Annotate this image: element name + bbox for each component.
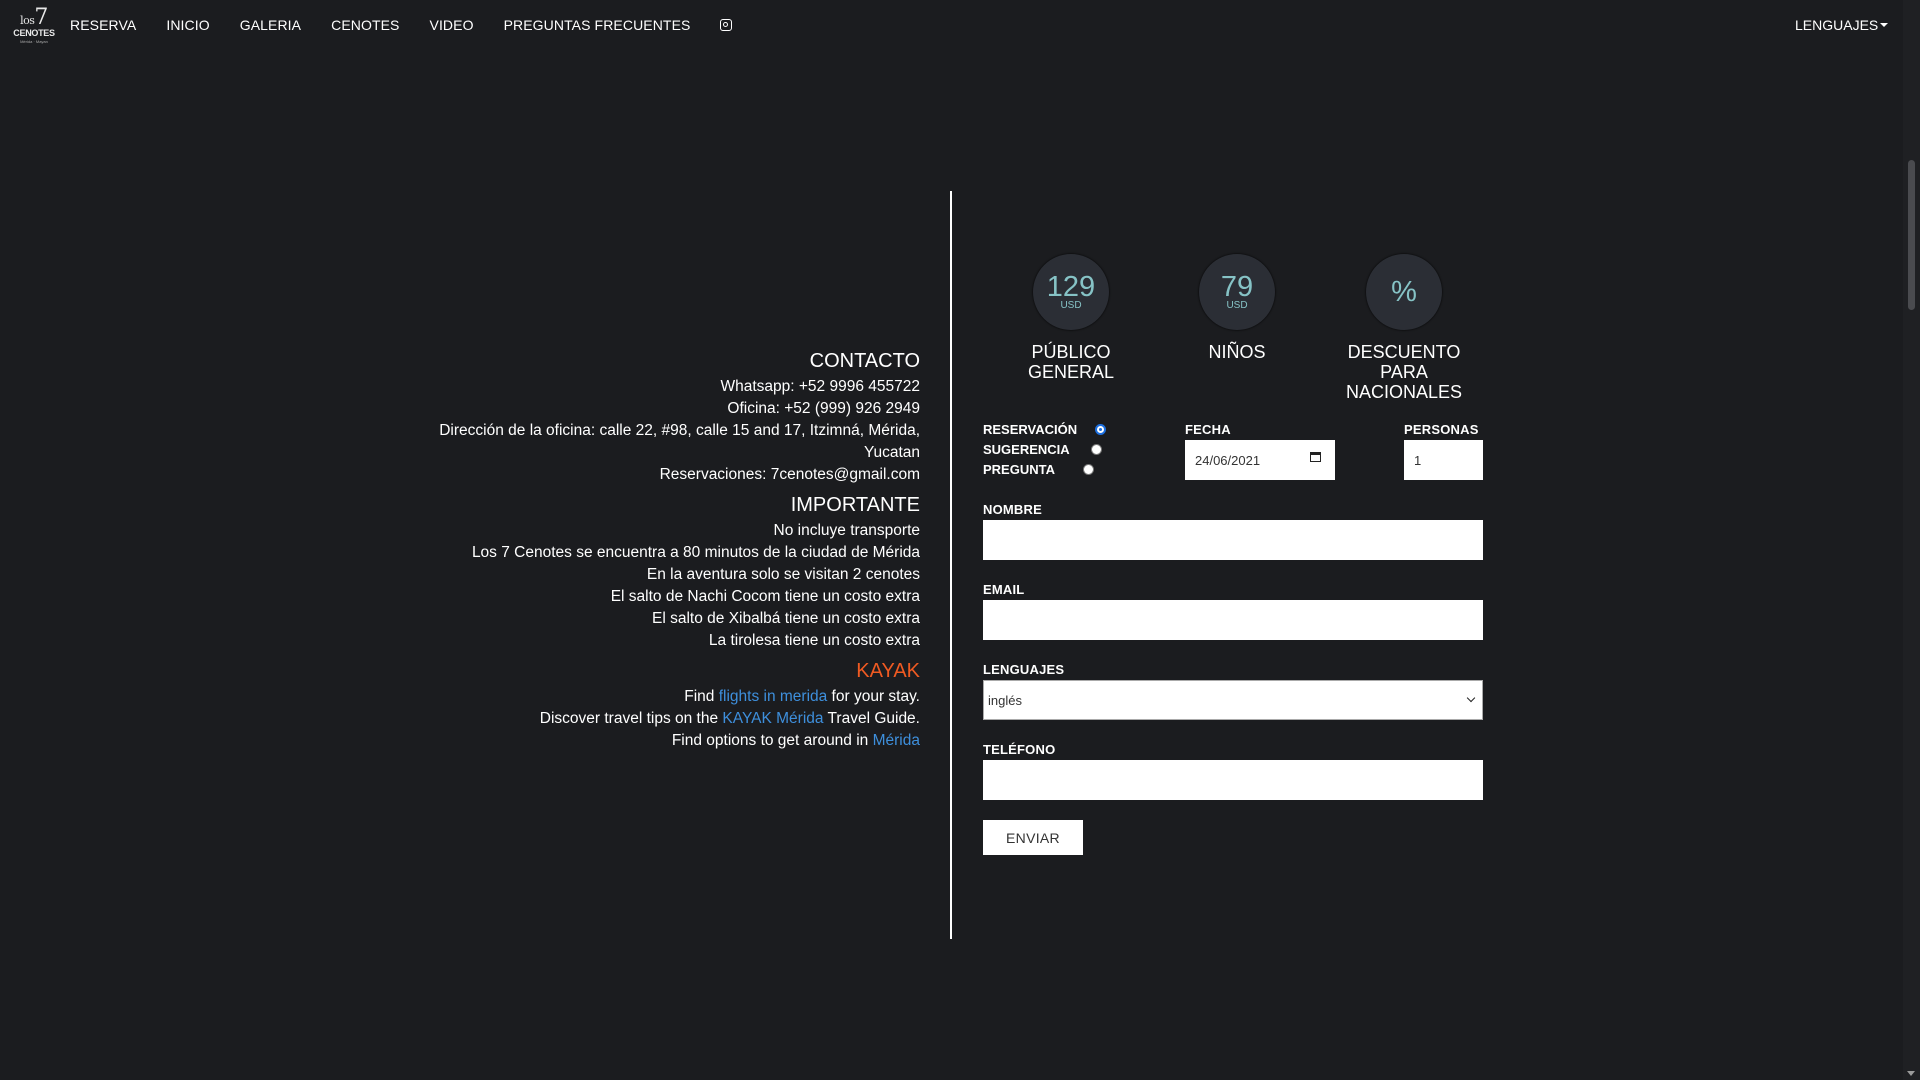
percent-icon: %	[1391, 275, 1417, 308]
phone-label: TELÉFONO	[983, 742, 1056, 757]
price-children: 79 USD NIÑOS	[1157, 254, 1317, 362]
navbar: los7 CENOTES Mérida · Mayan RESERVA INIC…	[0, 0, 1903, 50]
radio-label: SUGERENCIA	[983, 442, 1070, 457]
radio-sugerencia[interactable]: SUGERENCIA	[983, 442, 1102, 457]
caret-down-icon	[1880, 23, 1889, 27]
important-item: No incluye transporte	[773, 522, 920, 539]
price-circle: %	[1366, 254, 1442, 330]
price-value: 129	[1046, 270, 1096, 303]
price-general: 129 USD PÚBLICO GENERAL	[991, 254, 1151, 382]
price-label: PÚBLICO GENERAL	[1027, 342, 1115, 382]
nav-link-inicio[interactable]: INICIO	[166, 17, 209, 33]
date-input[interactable]: 24/06/2021	[1185, 440, 1335, 480]
contact-email: Reservaciones: 7cenotes@gmail.com	[659, 466, 920, 483]
logo-text-7: 7	[34, 4, 48, 30]
calendar-icon[interactable]	[1310, 452, 1321, 462]
radio-pregunta-button[interactable]	[1083, 464, 1094, 475]
people-input[interactable]: 1	[1404, 440, 1483, 480]
important-title: IMPORTANTE	[790, 494, 920, 516]
price-circle: 129 USD	[1033, 254, 1109, 330]
radio-pregunta[interactable]: PREGUNTA	[983, 462, 1094, 477]
contact-address: Dirección de la oficina: calle 22, #98, …	[439, 422, 920, 439]
kayak-merida-link[interactable]: KAYAK Mérida	[722, 710, 823, 727]
nav-link-preguntas-frecuentes[interactable]: PREGUNTAS FRECUENTES	[504, 17, 691, 33]
contact-whatsapp: Whatsapp: +52 9996 455722	[720, 378, 920, 395]
radio-label: RESERVACIÓN	[983, 422, 1078, 437]
name-label: NOMBRE	[983, 502, 1042, 517]
contact-title: CONTACTO	[809, 350, 920, 372]
important-item: El salto de Xibalbá tiene un costo extra	[652, 610, 920, 627]
contact-office-phone: Oficina: +52 (999) 926 2949	[727, 400, 920, 417]
site-logo[interactable]: los7 CENOTES Mérida · Mayan	[13, 2, 55, 48]
radio-label: PREGUNTA	[983, 462, 1055, 477]
email-input[interactable]	[983, 600, 1483, 640]
language-selected-value: inglés	[988, 692, 1022, 708]
info-column: CONTACTO Whatsapp: +52 9996 455722 Ofici…	[400, 350, 920, 760]
people-label: PERSONAS	[1404, 422, 1479, 437]
kayak-section: KAYAK Find flights in merida for your st…	[400, 660, 920, 752]
kayak-line-transport: Find options to get around in Mérida	[671, 732, 920, 749]
nav-links: RESERVA INICIO GALERIA CENOTES VIDEO PRE…	[70, 0, 733, 50]
price-label: NIÑOS	[1208, 342, 1266, 362]
column-divider	[950, 191, 952, 939]
important-item: En la aventura solo se visitan 2 cenotes	[646, 566, 920, 583]
email-label: EMAIL	[983, 582, 1025, 597]
kayak-line-guide: Discover travel tips on the KAYAK Mérida…	[539, 710, 920, 727]
name-input[interactable]	[983, 520, 1483, 560]
logo-text-tagline: Mérida · Mayan	[20, 38, 48, 44]
price-unit: USD	[1060, 299, 1082, 311]
price-circle: 79 USD	[1199, 254, 1275, 330]
flights-in-merida-link[interactable]: flights in merida	[719, 688, 828, 705]
contact-section: CONTACTO Whatsapp: +52 9996 455722 Ofici…	[400, 350, 920, 486]
language-label: LENGUAJES	[983, 662, 1065, 677]
nav-link-video[interactable]: VIDEO	[430, 17, 474, 33]
send-button[interactable]: ENVIAR	[983, 820, 1083, 855]
contact-address-state: Yucatan	[863, 444, 920, 461]
radio-sugerencia-button[interactable]	[1091, 444, 1102, 455]
scroll-down-arrow-icon[interactable]	[1907, 1071, 1915, 1076]
page-scrollbar[interactable]	[1903, 0, 1920, 1080]
date-value: 24/06/2021	[1195, 452, 1261, 468]
price-discount: % DESCUENTO PARA NACIONALES	[1324, 254, 1484, 402]
logo-text-cenotes: CENOTES	[13, 27, 55, 38]
phone-input[interactable]	[983, 760, 1483, 800]
radio-reservacion[interactable]: RESERVACIÓN	[983, 422, 1106, 437]
radio-reservacion-button[interactable]	[1095, 424, 1106, 435]
language-select[interactable]: inglés	[983, 680, 1483, 720]
important-section: IMPORTANTE No incluye transporte Los 7 C…	[400, 494, 920, 652]
kayak-line-flights: Find flights in merida for your stay.	[684, 688, 920, 705]
important-item: Los 7 Cenotes se encuentra a 80 minutos …	[471, 544, 920, 561]
price-unit: USD	[1226, 299, 1248, 311]
merida-link[interactable]: Mérida	[873, 732, 920, 749]
important-item: La tirolesa tiene un costo extra	[708, 632, 920, 649]
price-value: 79	[1220, 270, 1254, 303]
scrollbar-thumb[interactable]	[1908, 160, 1915, 310]
languages-dropdown-label: LENGUAJES	[1795, 17, 1879, 33]
people-value: 1	[1414, 452, 1422, 468]
nav-link-galeria[interactable]: GALERIA	[240, 17, 301, 33]
nav-link-cenotes[interactable]: CENOTES	[331, 17, 399, 33]
price-label: DESCUENTO PARA NACIONALES	[1345, 342, 1463, 402]
nav-link-reserva[interactable]: RESERVA	[70, 17, 136, 33]
languages-dropdown[interactable]: LENGUAJES	[1795, 0, 1889, 50]
date-label: FECHA	[1185, 422, 1231, 437]
kayak-title: KAYAK	[856, 660, 920, 682]
instagram-icon[interactable]	[720, 19, 733, 31]
chevron-down-icon	[1466, 693, 1476, 703]
important-item: El salto de Nachi Cocom tiene un costo e…	[610, 588, 920, 605]
logo-text-los: los	[20, 13, 35, 27]
